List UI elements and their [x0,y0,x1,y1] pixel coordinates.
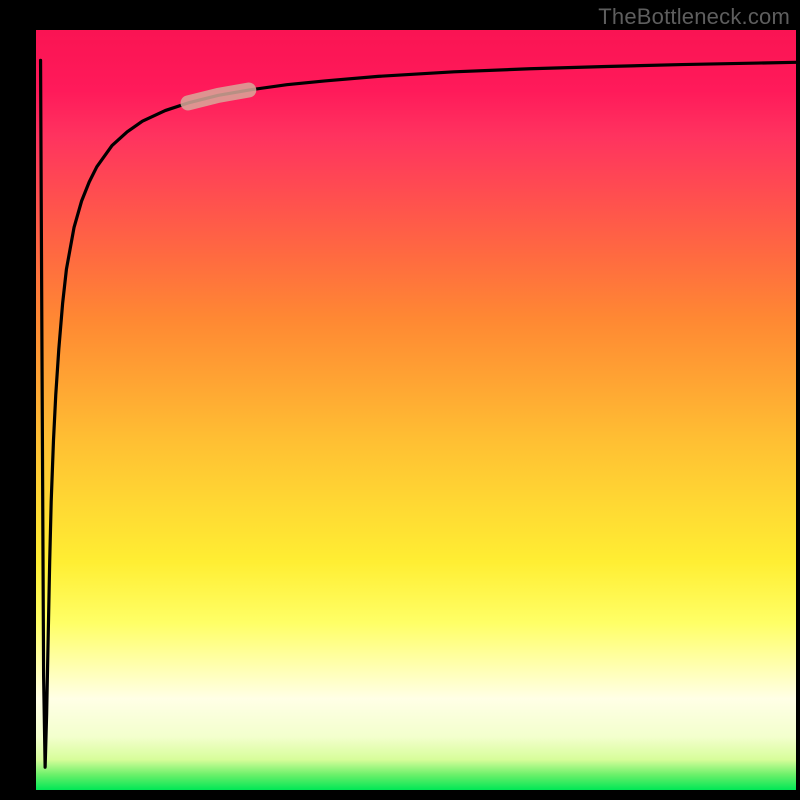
highlight-segment [188,90,249,103]
x-axis [30,790,800,796]
attribution-text: TheBottleneck.com [598,4,790,30]
chart-stage: TheBottleneck.com [0,0,800,800]
curve-layer [36,30,796,790]
bottleneck-curve [41,60,796,767]
